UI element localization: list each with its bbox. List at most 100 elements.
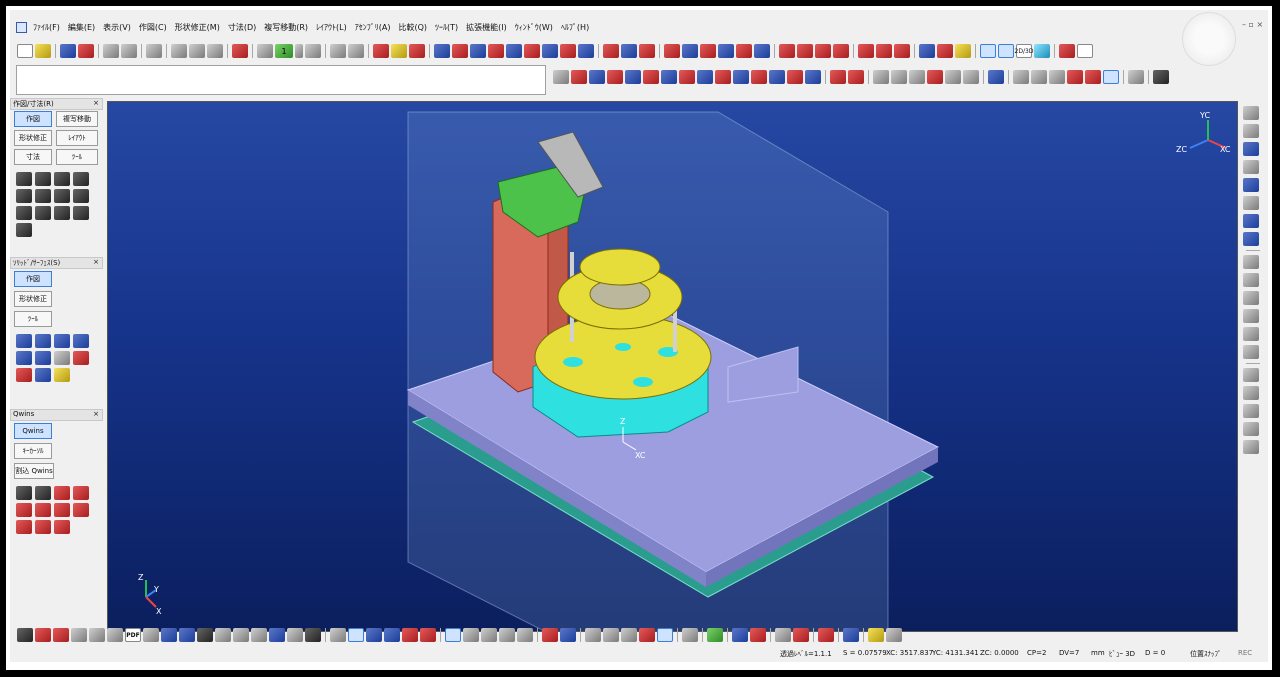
point-icon[interactable] [73,172,89,186]
freehand-icon[interactable] [16,223,32,237]
hide-5-icon[interactable] [657,628,673,642]
wire-view-icon[interactable] [980,44,996,58]
key-cursor-button[interactable]: ｷｰｶｰｿﾙ [14,443,52,459]
mirror-icon[interactable] [35,368,51,382]
cube-4-icon[interactable] [927,70,943,84]
zoom-5-icon[interactable] [1243,327,1259,341]
split-icon[interactable] [16,368,32,382]
print-icon[interactable] [103,44,119,58]
view-box-7-icon[interactable] [1243,232,1259,246]
repeat-icon[interactable] [207,44,223,58]
view-iso-icon[interactable] [542,44,558,58]
grid-1-icon[interactable] [1243,368,1259,382]
zoom-2-icon[interactable] [1243,273,1259,287]
measure-icon[interactable] [348,44,364,58]
star-icon[interactable] [1059,44,1075,58]
grid-3-icon[interactable] [1243,404,1259,418]
zoom-fit-icon[interactable] [1243,345,1259,359]
layout-button[interactable]: ﾚｲｱｳﾄ [56,130,98,146]
modify-9-icon[interactable] [697,70,713,84]
shade-6-icon[interactable] [754,44,770,58]
shade-3-icon[interactable] [700,44,716,58]
shaded-view-icon[interactable] [998,44,1014,58]
window-controls[interactable]: – ▫ × [1242,20,1263,29]
zoom-1-icon[interactable] [1243,255,1259,269]
snap-1-icon[interactable] [330,628,346,642]
line-icon[interactable] [16,172,32,186]
panel-icon[interactable] [1128,70,1144,84]
spline-icon[interactable] [73,189,89,203]
qwins-tool-6-icon[interactable] [35,503,51,517]
snap-2-icon[interactable] [348,628,364,642]
drawing-panel-close[interactable]: × [93,99,99,109]
select-4-icon[interactable] [71,628,87,642]
layer-icon[interactable] [257,44,273,58]
snap-5-icon[interactable] [402,628,418,642]
redo-icon[interactable] [189,44,205,58]
page-icon[interactable] [1077,44,1093,58]
boolean-icon[interactable] [73,351,89,365]
feature-2-icon[interactable] [848,70,864,84]
display-1-icon[interactable] [542,628,558,642]
layer-dropdown-icon[interactable] [295,44,303,58]
solid-panel-close[interactable]: × [93,258,99,268]
print-preview-icon[interactable] [121,44,137,58]
qwins-tool-2-icon[interactable] [35,486,51,500]
export-6-icon[interactable] [233,628,249,642]
save-icon[interactable] [60,44,76,58]
export-1-icon[interactable] [143,628,159,642]
cube-3-icon[interactable] [909,70,925,84]
filter-5-icon[interactable] [517,628,533,642]
export-7-icon[interactable] [251,628,267,642]
shade-4-icon[interactable] [718,44,734,58]
export-10-icon[interactable] [305,628,321,642]
save-as-icon[interactable] [78,44,94,58]
export-5-icon[interactable] [215,628,231,642]
export-9-icon[interactable] [287,628,303,642]
solid-tool-2-icon[interactable] [391,44,407,58]
shade-2-icon[interactable] [682,44,698,58]
solid-draw-button[interactable]: 作図 [14,271,52,287]
interrupt-qwins-button[interactable]: 割込 Qwins [14,463,54,479]
hide-4-icon[interactable] [639,628,655,642]
copy-move-button[interactable]: 複写移動 [56,111,98,127]
plane-3-icon[interactable] [1049,70,1065,84]
plane-2-icon[interactable] [1031,70,1047,84]
pdf-export-button[interactable]: PDF [125,628,141,642]
modify-13-icon[interactable] [769,70,785,84]
tag-icon[interactable] [818,628,834,642]
qwins-tool-3-icon[interactable] [54,486,70,500]
qwins-tool-5-icon[interactable] [16,503,32,517]
new-file-icon[interactable] [17,44,33,58]
arc-icon[interactable] [35,172,51,186]
menu-modify[interactable]: 形状修正(M) [171,22,224,33]
snap-3-icon[interactable] [366,628,382,642]
slot-icon[interactable] [35,206,51,220]
loft-icon[interactable] [73,334,89,348]
modify-3-icon[interactable] [589,70,605,84]
modify-8-icon[interactable] [679,70,695,84]
rectangle-icon[interactable] [35,189,51,203]
view-box-1-icon[interactable] [1243,124,1259,138]
select-5-icon[interactable] [89,628,105,642]
offset-icon[interactable] [16,206,32,220]
plane-4-icon[interactable] [1067,70,1083,84]
filter-2-icon[interactable] [463,628,479,642]
cube-1-icon[interactable] [873,70,889,84]
modify-15-icon[interactable] [805,70,821,84]
grid-2-icon[interactable] [1243,386,1259,400]
export-8-icon[interactable] [269,628,285,642]
menu-extensions[interactable]: 拡張機能(I) [462,22,511,33]
menu-dimension[interactable]: 寸法(D) [224,22,260,33]
dimension-button[interactable]: 寸法 [14,149,52,165]
menu-view[interactable]: 表示(V) [99,22,135,33]
modify-button[interactable]: 形状修正 [14,130,52,146]
property-icon[interactable] [330,44,346,58]
app-icon[interactable] [16,21,27,33]
render-3-icon[interactable] [815,44,831,58]
cube-6-icon[interactable] [963,70,979,84]
view-top-icon[interactable] [470,44,486,58]
tool-button[interactable]: ﾂｰﾙ [56,149,98,165]
export-2-icon[interactable] [161,628,177,642]
qwins-tool-7-icon[interactable] [54,503,70,517]
